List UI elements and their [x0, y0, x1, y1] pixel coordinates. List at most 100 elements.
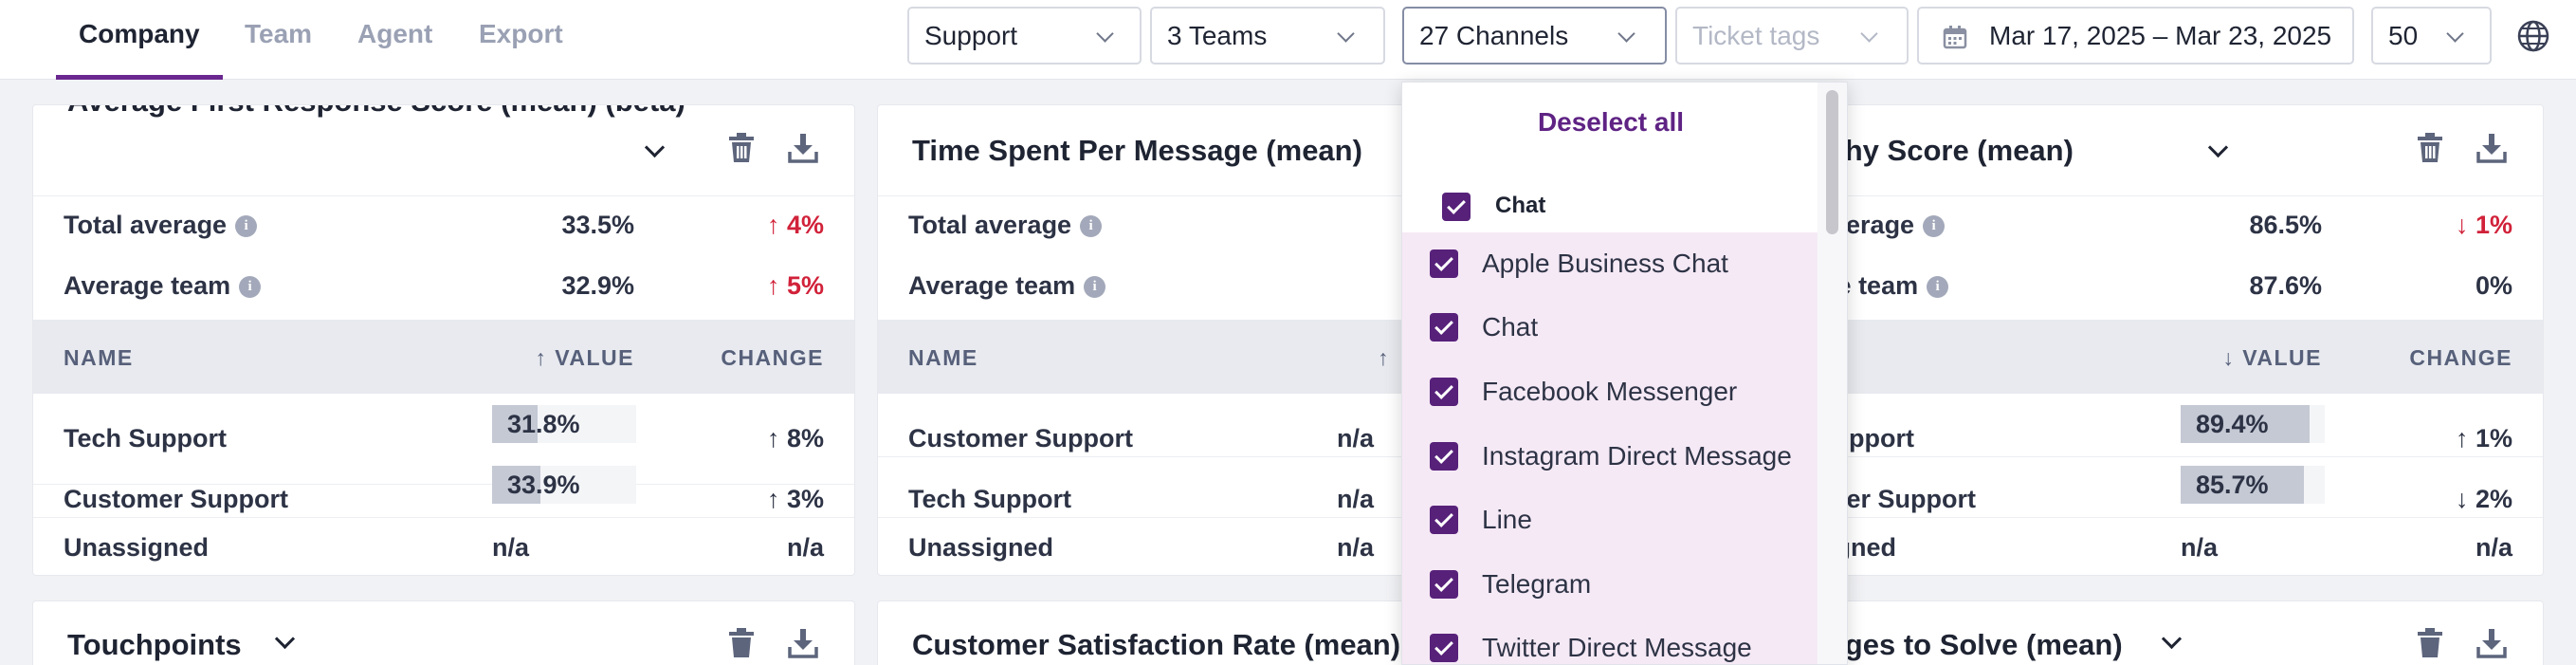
total-average-change: ↓ 1% — [2455, 211, 2512, 239]
row-name: Unassigned — [908, 533, 1054, 562]
trash-icon[interactable] — [728, 133, 755, 163]
table-header: NAME ↑ VALUE CHANGE — [33, 320, 854, 394]
row-value: n/a — [2181, 533, 2219, 562]
top-bar: Company Team Agent Export Support 3 Team… — [0, 0, 2576, 80]
globe-icon[interactable] — [2516, 19, 2550, 53]
chevron-down-icon[interactable] — [644, 137, 666, 158]
channel-option[interactable]: Twitter Direct Message — [1402, 617, 1819, 664]
row-value: n/a — [1337, 533, 1375, 562]
row-change: ↑ 8% — [766, 424, 824, 453]
checkbox-checked[interactable] — [1430, 378, 1458, 406]
chevron-down-icon[interactable] — [2207, 137, 2229, 158]
channel-option-label: Twitter Direct Message — [1482, 633, 1752, 662]
tab-agent[interactable]: Agent — [357, 0, 432, 80]
page-size-select[interactable]: 50 — [2371, 7, 2492, 65]
download-icon[interactable] — [788, 629, 818, 658]
channel-group-label: Chat — [1495, 193, 1546, 218]
info-icon[interactable]: i — [1084, 276, 1106, 299]
info-icon[interactable]: i — [1080, 215, 1103, 238]
total-average-value: 33.5% — [561, 211, 634, 239]
average-team-change: 0% — [2475, 271, 2512, 300]
chevron-down-icon[interactable] — [274, 628, 296, 650]
teams-select-value: 3 Teams — [1167, 21, 1268, 50]
row-change: n/a — [786, 533, 824, 562]
column-header-change[interactable]: CHANGE — [721, 345, 824, 371]
download-icon[interactable] — [2476, 134, 2507, 163]
channel-group-chat[interactable]: Chat — [1402, 177, 1819, 236]
download-icon[interactable] — [788, 134, 818, 163]
info-icon[interactable]: i — [1927, 276, 1949, 299]
page-size-value: 50 — [2388, 21, 2419, 50]
chevron-down-icon — [2446, 25, 2464, 43]
channels-select-value: 27 Channels — [1419, 21, 1569, 50]
info-icon[interactable]: i — [1923, 215, 1946, 238]
checkbox-checked[interactable] — [1430, 442, 1458, 471]
touchpoints-card: Touchpoints — [32, 600, 855, 665]
tab-company[interactable]: Company — [56, 0, 223, 80]
row-name: Customer Support — [64, 485, 289, 513]
total-average-change: ↑ 4% — [766, 211, 824, 239]
teams-select[interactable]: 3 Teams — [1150, 7, 1385, 65]
chevron-down-icon[interactable] — [2161, 628, 2183, 650]
department-select[interactable]: Support — [907, 7, 1142, 65]
info-icon[interactable]: i — [235, 215, 258, 238]
date-range-picker[interactable]: Mar 17, 2025 – Mar 23, 2025 — [1917, 7, 2354, 65]
channel-option[interactable]: Telegram — [1402, 553, 1819, 617]
column-header-name[interactable]: NAME — [64, 345, 134, 371]
total-average-label: Total averagei — [64, 211, 258, 240]
average-team-label: Average teami — [908, 271, 1106, 301]
row-name: Tech Support — [64, 424, 227, 453]
ticket-tags-select[interactable]: Ticket tags — [1675, 7, 1909, 65]
trash-icon[interactable] — [728, 628, 755, 658]
tab-export[interactable]: Export — [479, 0, 563, 80]
chevron-down-icon — [1617, 25, 1635, 43]
channel-option[interactable]: Apple Business Chat — [1402, 232, 1819, 296]
card-title: Time Spent Per Message (mean) — [912, 134, 1362, 167]
column-header-name[interactable]: NAME — [908, 345, 978, 371]
checkbox-checked[interactable] — [1442, 193, 1471, 221]
scrollbar-thumb[interactable] — [1826, 90, 1838, 234]
average-team-change: ↑ 5% — [766, 271, 824, 300]
checkbox-checked[interactable] — [1430, 570, 1458, 599]
tab-team[interactable]: Team — [245, 0, 312, 80]
row-value: n/a — [1337, 424, 1375, 453]
trash-icon[interactable] — [2417, 628, 2443, 658]
dropdown-scrollbar[interactable] — [1818, 83, 1847, 664]
column-header-value[interactable]: ↑ VALUE — [535, 345, 634, 371]
row-value: n/a — [492, 533, 530, 562]
channels-select[interactable]: 27 Channels — [1402, 7, 1667, 65]
row-value: 89.4% — [2196, 410, 2269, 438]
channel-option[interactable]: Instagram Direct Message — [1402, 425, 1819, 489]
row-change: n/a — [2475, 533, 2512, 562]
trash-icon[interactable] — [2417, 133, 2443, 163]
column-header-change[interactable]: CHANGE — [2409, 345, 2512, 371]
channel-option-label: Apple Business Chat — [1482, 249, 1728, 278]
average-team-value: 87.6% — [2249, 271, 2322, 300]
divider — [33, 517, 854, 518]
total-average-value: 86.5% — [2249, 211, 2322, 239]
date-range-value: Mar 17, 2025 – Mar 23, 2025 — [1989, 21, 2332, 50]
download-icon[interactable] — [2476, 629, 2507, 658]
ticket-tags-placeholder: Ticket tags — [1692, 21, 1820, 50]
channel-option[interactable]: Line — [1402, 489, 1819, 552]
department-select-value: Support — [924, 21, 1018, 50]
column-header-value[interactable]: ↓ VALUE — [2222, 345, 2322, 371]
channel-option-label: Chat — [1482, 312, 1539, 342]
card-title: Touchpoints — [67, 628, 242, 661]
channel-option-label: Facebook Messenger — [1482, 377, 1738, 406]
card-title: Average First Response Score (mean) (bet… — [67, 105, 685, 119]
checkbox-checked[interactable] — [1430, 313, 1458, 342]
checkbox-checked[interactable] — [1430, 249, 1458, 278]
checkbox-checked[interactable] — [1430, 506, 1458, 534]
chevron-down-icon — [1096, 25, 1114, 43]
value-bar: 33.9% — [492, 466, 636, 504]
checkbox-checked[interactable] — [1430, 634, 1458, 662]
info-icon[interactable]: i — [239, 276, 262, 299]
chevron-down-icon — [1860, 25, 1878, 43]
channel-option[interactable]: Facebook Messenger — [1402, 360, 1819, 424]
deselect-all-button[interactable]: Deselect all — [1402, 107, 1819, 138]
channels-dropdown: Deselect all Chat Apple Business Chat Ch… — [1401, 82, 1848, 665]
channel-option[interactable]: Chat — [1402, 296, 1819, 360]
column-header-sort-icon[interactable]: ↑ — [1378, 345, 1390, 371]
chevron-down-icon — [1337, 25, 1355, 43]
